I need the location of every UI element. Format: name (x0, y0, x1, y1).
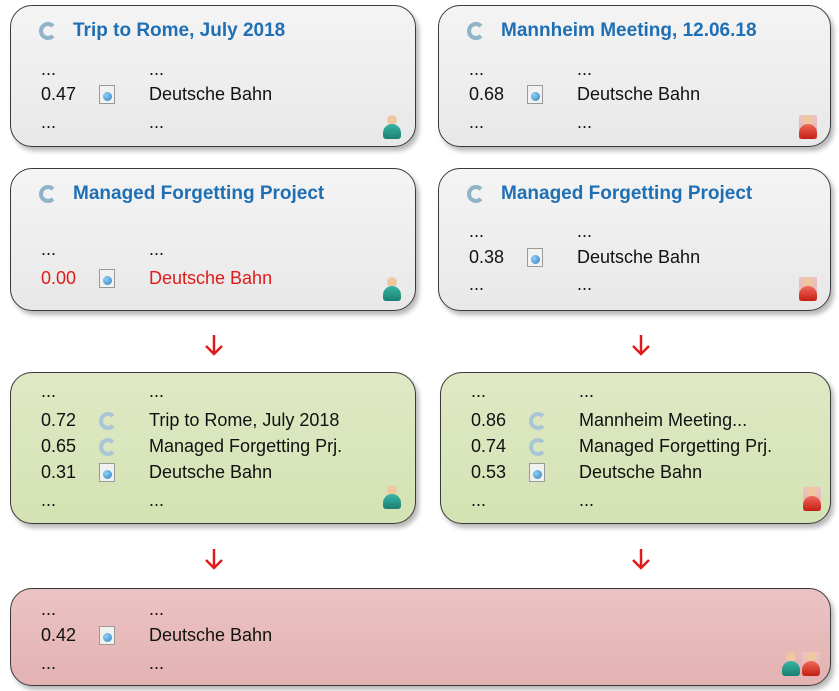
web-document-icon (529, 463, 545, 482)
card-title: Mannheim Meeting, 12.06.18 (467, 20, 757, 42)
card-title: Trip to Rome, July 2018 (39, 20, 285, 42)
card-user-a-context: ...... 0.72 Trip to Rome, July 2018 0.65… (10, 372, 416, 524)
semantic-graph-icon (529, 411, 547, 430)
list-item: 0.86 Mannheim Meeting... (471, 410, 748, 430)
person-red-icon (803, 487, 821, 511)
list-item: 0.72 Trip to Rome, July 2018 (41, 410, 340, 430)
list-item: ...... (469, 112, 593, 132)
list-item: ...... (41, 381, 165, 401)
card-managed-forgetting-a: Managed Forgetting Project ...... 0.00 D… (10, 168, 416, 311)
card-user-b-context: ...... 0.86 Mannheim Meeting... 0.74 Man… (440, 372, 831, 524)
semantic-graph-icon (467, 185, 485, 203)
list-item: 0.42 Deutsche Bahn (41, 625, 273, 645)
web-document-icon (99, 269, 115, 288)
list-item: ...... (41, 653, 165, 673)
person-teal-icon (383, 485, 401, 509)
person-red-icon (802, 652, 820, 676)
person-teal-icon (383, 115, 401, 139)
person-teal-icon (383, 277, 401, 301)
list-item: 0.53 Deutsche Bahn (471, 462, 703, 482)
list-item: ...... (471, 490, 595, 510)
web-document-icon (527, 248, 543, 267)
list-item: 0.74 Managed Forgetting Prj. (471, 436, 773, 456)
list-item: 0.68 Deutsche Bahn (469, 84, 701, 104)
web-document-icon (99, 463, 115, 482)
web-document-icon (99, 626, 115, 645)
semantic-graph-icon (529, 437, 547, 456)
list-item-highlighted: 0.00 Deutsche Bahn (41, 268, 273, 288)
down-arrow-icon (632, 549, 650, 570)
list-item: ...... (41, 112, 165, 132)
person-red-icon (799, 115, 817, 139)
list-item: ...... (41, 59, 165, 79)
semantic-graph-icon (39, 185, 57, 203)
card-trip-to-rome: Trip to Rome, July 2018 ...... 0.47 Deut… (10, 5, 416, 147)
list-item: ...... (41, 490, 165, 510)
list-item: ...... (41, 239, 165, 259)
person-red-icon (799, 277, 817, 301)
down-arrow-icon (205, 335, 223, 356)
down-arrow-icon (632, 335, 650, 356)
list-item: ...... (471, 381, 595, 401)
list-item: 0.38 Deutsche Bahn (469, 247, 701, 267)
list-item: ...... (469, 221, 593, 241)
list-item: ...... (469, 59, 593, 79)
list-item: 0.65 Managed Forgetting Prj. (41, 436, 343, 456)
list-item: 0.31 Deutsche Bahn (41, 462, 273, 482)
card-combined-context: ...... 0.42 Deutsche Bahn ...... (10, 588, 831, 686)
card-title: Managed Forgetting Project (467, 183, 752, 205)
semantic-graph-icon (467, 22, 485, 40)
card-managed-forgetting-b: Managed Forgetting Project ...... 0.38 D… (438, 168, 831, 311)
down-arrow-icon (205, 549, 223, 570)
web-document-icon (527, 85, 543, 104)
card-mannheim-meeting: Mannheim Meeting, 12.06.18 ...... 0.68 D… (438, 5, 831, 147)
list-item: ...... (41, 599, 165, 619)
card-title: Managed Forgetting Project (39, 183, 324, 205)
semantic-graph-icon (99, 411, 117, 430)
list-item: ...... (469, 274, 593, 294)
person-teal-icon (782, 652, 800, 676)
semantic-graph-icon (39, 22, 57, 40)
web-document-icon (99, 85, 115, 104)
semantic-graph-icon (99, 437, 117, 456)
list-item: 0.47 Deutsche Bahn (41, 84, 273, 104)
